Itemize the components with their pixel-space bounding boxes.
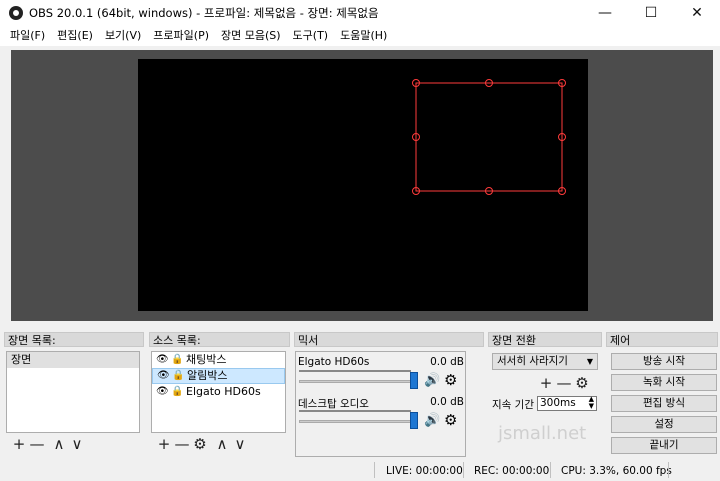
source-label: 채팅박스 (186, 353, 227, 366)
controls-dock-title: 제어 (606, 332, 718, 347)
start-recording-button[interactable]: 녹화 시작 (611, 374, 717, 391)
volume-slider[interactable] (299, 380, 411, 383)
menu-bar: 파일(F) 편집(E) 보기(V) 프로파일(P) 장면 모음(S) 도구(T)… (0, 26, 720, 46)
scenes-dock-title: 장면 목록: (4, 332, 144, 347)
menu-help[interactable]: 도움말(H) (334, 26, 393, 46)
menu-view[interactable]: 보기(V) (99, 26, 147, 46)
scene-down-button[interactable]: ∨ (68, 436, 86, 452)
source-up-button[interactable]: ∧ (213, 436, 231, 452)
scene-item[interactable]: 장면 (7, 352, 139, 368)
source-selection-box[interactable] (138, 59, 588, 311)
menu-profile[interactable]: 프로파일(P) (147, 26, 215, 46)
obs-logo-icon (9, 6, 23, 20)
scenes-list[interactable]: 장면 (6, 351, 140, 433)
live-status: LIVE: 00:00:00 (386, 464, 463, 477)
mixer-channel-db: 0.0 dB (430, 356, 464, 368)
settings-button[interactable]: 설정 (611, 416, 717, 433)
status-separator (668, 462, 669, 478)
status-bar: LIVE: 00:00:00 REC: 00:00:00 CPU: 3.3%, … (0, 460, 720, 481)
close-button[interactable]: ✕ (674, 0, 720, 26)
add-source-button[interactable]: + (155, 436, 173, 452)
preview-area[interactable] (11, 50, 713, 321)
obs-window: OBS 20.0.1 (64bit, windows) - 프로파일: 제목없음… (0, 0, 720, 481)
cpu-status: CPU: 3.3%, 60.00 fps (561, 464, 672, 477)
status-separator (463, 462, 464, 478)
eye-icon[interactable]: 👁 (156, 352, 169, 368)
transition-select[interactable]: 서서히 사라지기 ▼ (492, 353, 598, 370)
volume-meter (299, 370, 411, 372)
source-item[interactable]: 👁 🔒 채팅박스 (152, 352, 285, 368)
transitions-toolbar: + — ⚙ (537, 375, 591, 391)
transition-selected-value: 서서히 사라지기 (497, 355, 568, 367)
exit-button[interactable]: 끝내기 (611, 437, 717, 454)
sources-dock-title: 소스 목록: (149, 332, 290, 347)
maximize-button[interactable]: ☐ (628, 0, 674, 26)
transition-gear-icon[interactable]: ⚙ (573, 375, 591, 391)
mixer-gear-icon[interactable]: ⚙ (444, 371, 457, 389)
studio-mode-button[interactable]: 편집 방식 (611, 395, 717, 412)
remove-source-button[interactable]: — (173, 436, 191, 452)
scene-label: 장면 (11, 353, 32, 366)
menu-scene-collection[interactable]: 장면 모음(S) (215, 26, 287, 46)
watermark-text: jsmall.net (498, 423, 587, 444)
lock-icon[interactable]: 🔒 (171, 384, 183, 400)
spin-arrows-icon[interactable]: ▲ ▼ (589, 396, 594, 410)
mixer-dock-title: 믹서 (294, 332, 484, 347)
source-item[interactable]: 👁 🔒 Elgato HD60s (152, 384, 285, 400)
mixer-channel: Elgato HD60s 0.0 dB 🔊 ⚙ (298, 356, 464, 392)
volume-slider-handle[interactable] (410, 372, 418, 389)
lock-icon[interactable]: 🔒 (171, 352, 183, 368)
eye-icon[interactable]: 👁 (156, 384, 169, 400)
add-transition-button[interactable]: + (537, 375, 555, 391)
mixer-channel-name: 데스크탑 오디오 (298, 398, 369, 410)
scenes-toolbar: + — ∧ ∨ (10, 436, 86, 452)
title-bar: OBS 20.0.1 (64bit, windows) - 프로파일: 제목없음… (0, 0, 720, 26)
mixer-channel-db: 0.0 dB (430, 396, 464, 408)
source-label: Elgato HD60s (186, 385, 261, 398)
volume-meter (299, 410, 411, 412)
duration-label: 지속 기간 (492, 399, 534, 411)
menu-tools[interactable]: 도구(T) (287, 26, 335, 46)
transitions-dock-title: 장면 전환 (488, 332, 602, 347)
mixer-channel: 데스크탑 오디오 0.0 dB 🔊 ⚙ (298, 396, 464, 432)
source-label: 알림박스 (187, 369, 228, 382)
source-down-button[interactable]: ∨ (231, 436, 249, 452)
minimize-button[interactable]: — (582, 0, 628, 26)
remove-transition-button[interactable]: — (555, 375, 573, 391)
unlock-icon[interactable]: 🔒 (172, 368, 184, 384)
window-title: OBS 20.0.1 (64bit, windows) - 프로파일: 제목없음… (29, 6, 379, 20)
eye-icon[interactable]: 👁 (157, 368, 170, 384)
start-streaming-button[interactable]: 방송 시작 (611, 353, 717, 370)
add-scene-button[interactable]: + (10, 436, 28, 452)
source-properties-gear-icon[interactable]: ⚙ (191, 436, 209, 452)
menu-edit[interactable]: 편집(E) (51, 26, 99, 46)
remove-scene-button[interactable]: — (28, 436, 46, 452)
menu-file[interactable]: 파일(F) (4, 26, 51, 46)
source-item[interactable]: 👁 🔒 알림박스 (152, 368, 285, 384)
volume-slider[interactable] (299, 420, 411, 423)
mixer-gear-icon[interactable]: ⚙ (444, 411, 457, 429)
sources-list[interactable]: 👁 🔒 채팅박스 👁 🔒 알림박스 👁 🔒 Elgato HD60s (151, 351, 286, 433)
speaker-icon[interactable]: 🔊 (424, 413, 440, 428)
speaker-icon[interactable]: 🔊 (424, 373, 440, 388)
scene-up-button[interactable]: ∧ (50, 436, 68, 452)
rec-status: REC: 00:00:00 (474, 464, 550, 477)
duration-spinbox[interactable]: 300ms ▲ ▼ (537, 396, 597, 411)
volume-slider-handle[interactable] (410, 412, 418, 429)
mixer-channel-name: Elgato HD60s (298, 356, 370, 368)
status-separator (374, 462, 375, 478)
status-separator (550, 462, 551, 478)
preview-canvas[interactable] (138, 59, 588, 311)
sources-toolbar: + — ⚙ ∧ ∨ (155, 436, 249, 452)
duration-value: 300ms (540, 397, 576, 409)
chevron-down-icon: ▼ (586, 357, 593, 366)
